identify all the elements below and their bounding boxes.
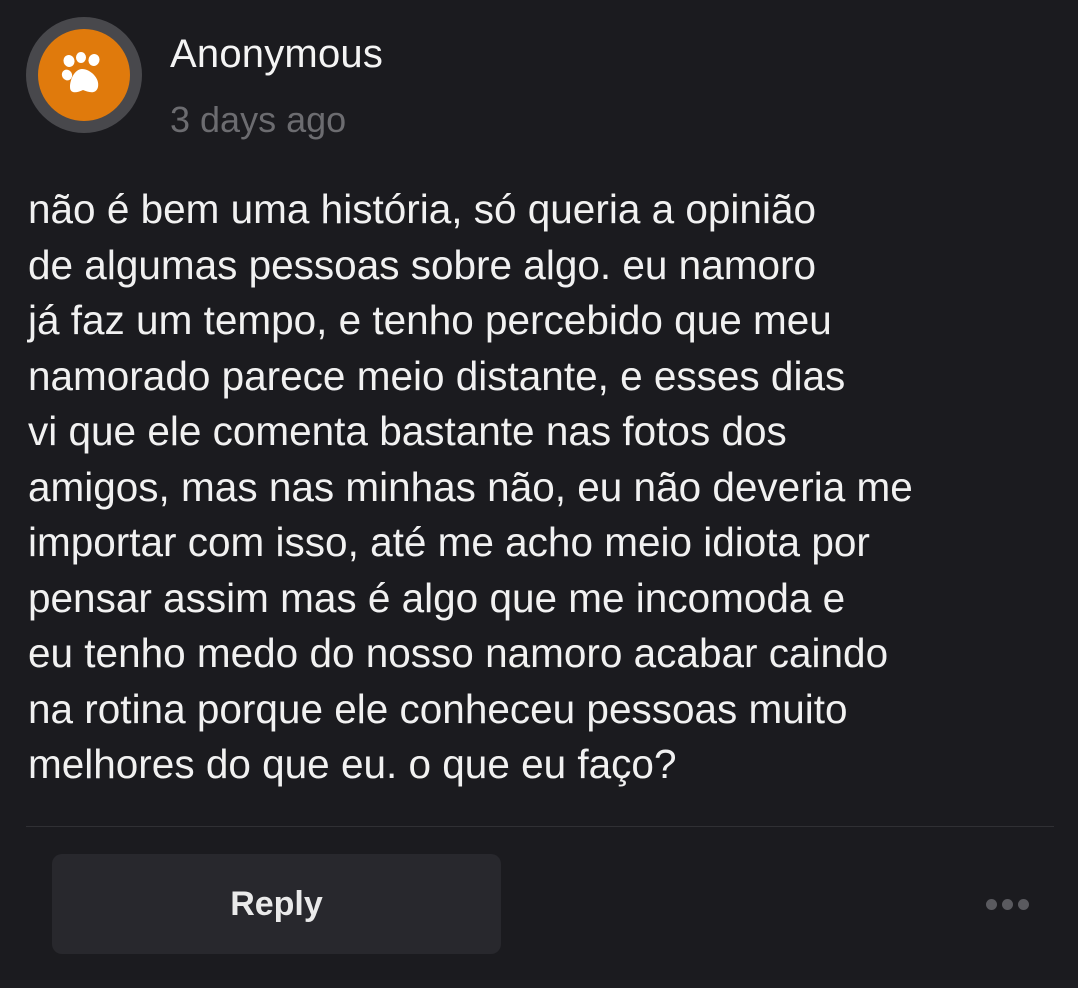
post-body-line: namorado parece meio distante, e esses d… — [28, 352, 846, 399]
post-body-line: pensar assim mas é algo que me incomoda … — [28, 574, 846, 621]
post-body-line: já faz um tempo, e tenho percebido que m… — [28, 297, 832, 343]
post-body-line: amigos, mas nas minhas não, eu não dever… — [28, 463, 913, 510]
avatar[interactable] — [26, 17, 142, 133]
post-body-line: de algumas pessoas sobre algo. eu namoro — [28, 241, 816, 288]
dot — [1017, 898, 1029, 910]
post-card: Anonymous 3 days ago não é bem uma histó… — [0, 0, 1078, 988]
post-body-line: na rotina porque ele conheceu pessoas mu… — [28, 685, 848, 732]
author-name[interactable]: Anonymous — [170, 30, 383, 78]
post-body-line: importar com isso, até me acho meio idio… — [28, 519, 870, 565]
dot — [985, 898, 997, 910]
reply-button[interactable]: Reply — [52, 854, 501, 954]
paw-icon — [61, 52, 100, 93]
post-body-line: vi que ele comenta bastante nas fotos do… — [28, 408, 787, 454]
bottom-edge — [0, 980, 1078, 988]
avatar-circle — [38, 29, 130, 121]
post-body: não é bem uma história, só queria a opin… — [28, 182, 1068, 793]
more-dots-icon[interactable] — [974, 884, 1040, 924]
post-body-line: eu tenho medo do nosso namoro acabar cai… — [28, 630, 889, 676]
post-body-line: melhores do que eu. o que eu faço? — [28, 741, 677, 787]
post-timestamp: 3 days ago — [170, 99, 347, 140]
post-body-line: não é bem uma história, só queria a opin… — [28, 186, 816, 232]
dot — [1001, 898, 1013, 910]
divider — [26, 826, 1054, 827]
